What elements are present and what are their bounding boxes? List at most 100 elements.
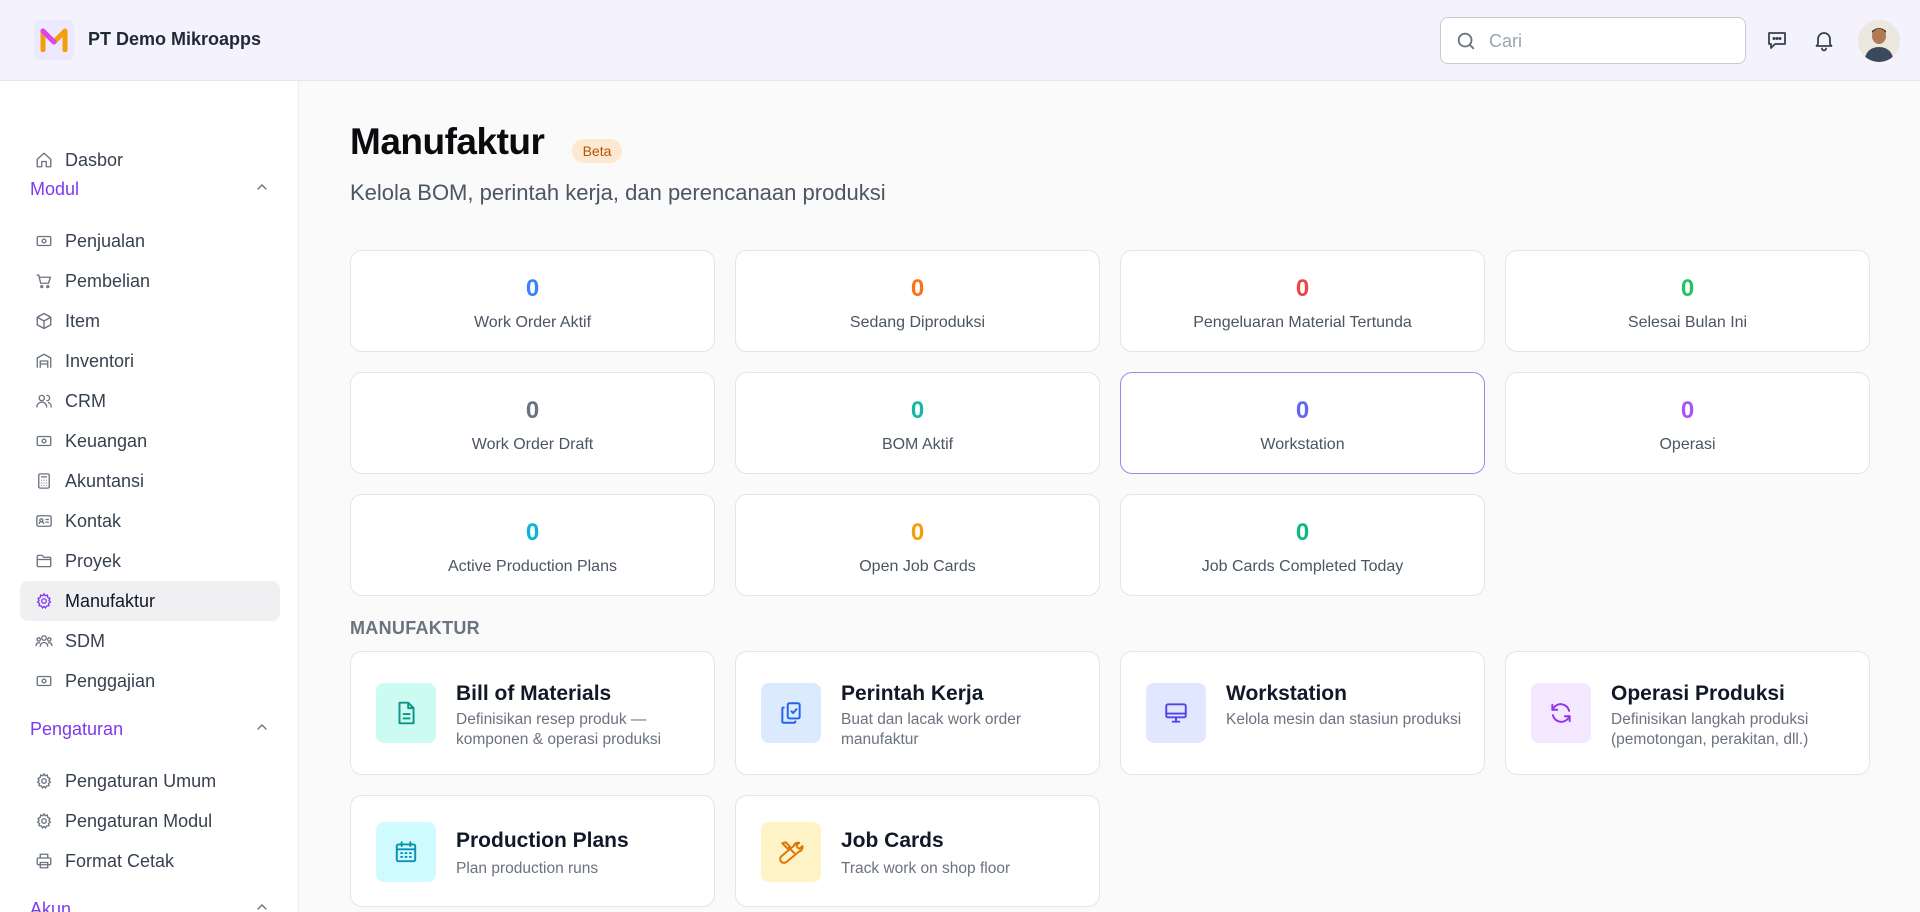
warehouse-icon <box>34 351 54 371</box>
calculator-icon <box>34 471 54 491</box>
stat-label: Work Order Aktif <box>473 314 592 331</box>
logo-m-icon <box>40 28 68 52</box>
search-box[interactable] <box>1440 17 1746 64</box>
sidebar-section-pengaturan[interactable]: Pengaturan <box>30 714 270 744</box>
stat-card-workstation[interactable]: 0 Workstation <box>1120 372 1485 474</box>
sidebar-item-label: Penjualan <box>65 230 146 251</box>
card-description: Kelola mesin dan stasiun produksi <box>1226 711 1462 728</box>
bell-icon[interactable] <box>1810 26 1838 54</box>
card-title: Production Plans <box>456 829 629 852</box>
calendar-icon <box>376 822 436 882</box>
gear-icon <box>34 591 54 611</box>
stat-card-work-order-aktif[interactable]: 0 Work Order Aktif <box>350 250 715 352</box>
sidebar-item-akuntansi[interactable]: Akuntansi <box>20 461 280 501</box>
sidebar-item-penjualan[interactable]: Penjualan <box>20 221 280 261</box>
stat-card-active-production-plans[interactable]: 0 Active Production Plans <box>350 494 715 596</box>
sidebar-item-label: Pengaturan Umum <box>65 770 217 791</box>
tools-icon <box>761 822 821 882</box>
card-title: Bill of Materials <box>456 682 612 705</box>
sidebar-item-label: Dasbor <box>65 149 124 170</box>
sidebar-item-sdm[interactable]: SDM <box>20 621 280 661</box>
stat-label: Active Production Plans <box>448 558 617 575</box>
stat-card-job-cards-completed[interactable]: 0 Job Cards Completed Today <box>1120 494 1485 596</box>
module-card-production-plans[interactable]: Production Plans Plan production runs <box>350 795 715 907</box>
gear-icon <box>34 811 54 831</box>
stat-card-open-job-cards[interactable]: 0 Open Job Cards <box>735 494 1100 596</box>
chat-icon[interactable] <box>1763 26 1791 54</box>
refresh-icon <box>1531 683 1591 743</box>
sidebar-item-label: Item <box>65 310 101 331</box>
section-title: Modul <box>30 178 80 199</box>
sidebar-item-label: Pengaturan Modul <box>65 810 213 831</box>
stat-card-selesai-bulan-ini[interactable]: 0 Selesai Bulan Ini <box>1505 250 1870 352</box>
card-description: Track work on shop floor <box>841 860 1011 877</box>
sidebar-item-manufaktur[interactable]: Manufaktur <box>20 581 280 621</box>
home-icon <box>34 150 54 170</box>
banknote-icon <box>34 231 54 251</box>
sidebar-item-pengaturan-modul[interactable]: Pengaturan Modul <box>20 801 280 841</box>
stat-value: 0 <box>910 519 925 546</box>
sidebar-item-inventori[interactable]: Inventori <box>20 341 280 381</box>
sidebar-item-pembelian[interactable]: Pembelian <box>20 261 280 301</box>
page-title: Manufaktur <box>350 121 545 162</box>
sidebar-item-crm[interactable]: CRM <box>20 381 280 421</box>
sidebar-item-penggajian[interactable]: Penggajian <box>20 661 280 701</box>
stat-value: 0 <box>525 397 540 424</box>
stat-value: 0 <box>1295 519 1310 546</box>
sidebar-item-pengaturan-umum[interactable]: Pengaturan Umum <box>20 761 280 801</box>
sidebar-item-item[interactable]: Item <box>20 301 280 341</box>
banknote-icon <box>34 431 54 451</box>
sidebar: Dasbor Modul Penjualan Pembelian Item In… <box>0 81 299 912</box>
sidebar-item-label: Manufaktur <box>65 590 156 611</box>
clipboard-icon <box>761 683 821 743</box>
sidebar-item-proyek[interactable]: Proyek <box>20 541 280 581</box>
card-description: Definisikan langkah produksi (pemotongan… <box>1611 711 1809 748</box>
beta-badge: Beta <box>572 139 622 163</box>
stat-value: 0 <box>1680 397 1695 424</box>
sidebar-item-label: Keuangan <box>65 430 148 451</box>
stat-label: Open Job Cards <box>859 558 976 575</box>
stat-card-pengeluaran-material[interactable]: 0 Pengeluaran Material Tertunda <box>1120 250 1485 352</box>
stat-card-work-order-draft[interactable]: 0 Work Order Draft <box>350 372 715 474</box>
app-logo[interactable] <box>34 20 74 60</box>
module-card-bill-of-materials[interactable]: Bill of Materials Definisikan resep prod… <box>350 651 715 775</box>
sidebar-item-label: CRM <box>65 390 106 411</box>
stat-label: Selesai Bulan Ini <box>1627 314 1748 331</box>
stat-card-bom-aktif[interactable]: 0 BOM Aktif <box>735 372 1100 474</box>
card-description: Definisikan resep produk — komponen & op… <box>456 711 662 748</box>
sidebar-item-format-cetak[interactable]: Format Cetak <box>20 841 280 881</box>
module-card-operasi-produksi[interactable]: Operasi Produksi Definisikan langkah pro… <box>1505 651 1870 775</box>
stat-card-operasi[interactable]: 0 Operasi <box>1505 372 1870 474</box>
card-description: Buat dan lacak work order manufaktur <box>841 711 1022 748</box>
sidebar-item-keuangan[interactable]: Keuangan <box>20 421 280 461</box>
stat-value: 0 <box>910 397 925 424</box>
stat-card-sedang-diproduksi[interactable]: 0 Sedang Diproduksi <box>735 250 1100 352</box>
avatar-icon <box>1858 20 1900 62</box>
module-card-workstation[interactable]: Workstation Kelola mesin dan stasiun pro… <box>1120 651 1485 775</box>
stat-value: 0 <box>1295 397 1310 424</box>
section-title: Akun <box>30 898 72 912</box>
module-card-job-cards[interactable]: Job Cards Track work on shop floor <box>735 795 1100 907</box>
card-title: Workstation <box>1226 682 1347 705</box>
chevron-up-icon <box>254 719 270 740</box>
chevron-up-icon <box>254 899 270 912</box>
sidebar-section-akun[interactable]: Akun <box>30 894 270 912</box>
page-subtitle: Kelola BOM, perintah kerja, dan perencan… <box>350 180 886 205</box>
stat-label: Workstation <box>1260 436 1345 453</box>
stat-label: Operasi <box>1659 436 1716 453</box>
contact-card-icon <box>34 511 54 531</box>
sidebar-item-label: Inventori <box>65 350 135 371</box>
module-card-perintah-kerja[interactable]: Perintah Kerja Buat dan lacak work order… <box>735 651 1100 775</box>
search-icon <box>1455 30 1477 57</box>
stat-label: Work Order Draft <box>471 436 594 453</box>
sidebar-item-label: Pembelian <box>65 270 151 291</box>
top-header: PT Demo Mikroapps <box>0 0 1920 81</box>
card-title: Job Cards <box>841 829 944 852</box>
sidebar-item-kontak[interactable]: Kontak <box>20 501 280 541</box>
stat-label: Sedang Diproduksi <box>849 314 986 331</box>
sidebar-section-modul[interactable]: Modul <box>30 174 270 204</box>
sidebar-item-label: SDM <box>65 630 105 651</box>
stat-label: Job Cards Completed Today <box>1201 558 1404 575</box>
user-avatar[interactable] <box>1858 20 1900 62</box>
search-input[interactable] <box>1489 28 1729 54</box>
